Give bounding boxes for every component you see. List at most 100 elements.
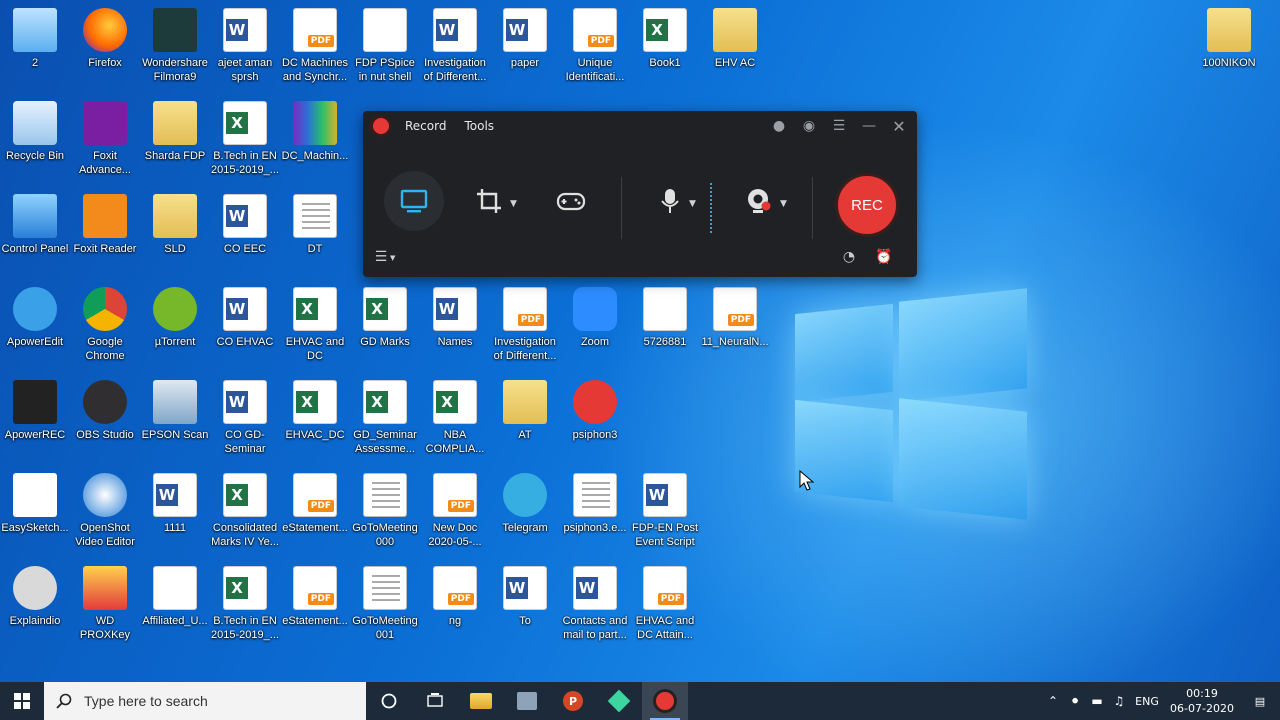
desktop-icon-investigation-of-different[interactable]: Investigation of Different...: [420, 8, 490, 84]
desktop-icon-explaindio[interactable]: Explaindio: [0, 566, 70, 628]
desktop-icon-fdp-en-post-event-script[interactable]: FDP-EN Post Event Script: [630, 473, 700, 549]
desktop-icon-foxit-advance[interactable]: Foxit Advance...: [70, 101, 140, 177]
desktop-icon-consolidated-marks-iv-ye[interactable]: Consolidated Marks IV Ye...: [210, 473, 280, 549]
menu-record[interactable]: Record: [405, 119, 446, 133]
search-input[interactable]: [82, 692, 356, 710]
taskbar-filmora[interactable]: [596, 682, 642, 720]
desktop-icon-nba-complia[interactable]: NBA COMPLIA...: [420, 380, 490, 456]
volume-icon[interactable]: ♫: [1108, 694, 1130, 708]
menu-tools[interactable]: Tools: [464, 119, 494, 133]
language-indicator[interactable]: ENG: [1130, 695, 1164, 708]
desktop-icon-ehvac-and-dc-attain[interactable]: EHVAC and DC Attain...: [630, 566, 700, 642]
desktop-icon-psiphon3[interactable]: psiphon3: [560, 380, 630, 442]
chat-icon[interactable]: ◉: [801, 118, 817, 134]
desktop-icon-dc-machines-and-synchr[interactable]: DC Machines and Synchr...: [280, 8, 350, 84]
desktop-icon-dc-machin[interactable]: DC_Machin...: [280, 101, 350, 163]
desktop-icon-b-tech-in-en-2015-2019[interactable]: B.Tech in EN 2015-2019_...: [210, 101, 280, 177]
desktop-icon-co-eec[interactable]: CO EEC: [210, 194, 280, 256]
desktop-icon-100nikon[interactable]: 100NIKON: [1194, 8, 1264, 70]
region-dropdown-icon[interactable]: ▼: [510, 199, 517, 209]
apowerrec-window[interactable]: Record Tools ● ◉ ☰ — ✕ ▼ ▼ ▼ REC ☰ ▼ ◔ ⏰: [363, 111, 917, 277]
desktop-icon-book1[interactable]: Book1: [630, 8, 700, 70]
desktop-icon-dt[interactable]: DT: [280, 194, 350, 256]
desktop-icon-unique-identificati[interactable]: Unique Identificati...: [560, 8, 630, 84]
desktop-icon-zoom[interactable]: Zoom: [560, 287, 630, 349]
desktop-icon-contacts-and-mail-to-part[interactable]: Contacts and mail to part...: [560, 566, 630, 642]
desktop-icon-easysketch[interactable]: EasySketch...: [0, 473, 70, 535]
taskbar-apowerrec[interactable]: [642, 682, 688, 720]
webcam-dropdown-icon[interactable]: ▼: [780, 199, 787, 209]
desktop-icon-wondershare-filmora9[interactable]: Wondershare Filmora9: [140, 8, 210, 84]
desktop-icon-fdp-pspice-in-nut-shell[interactable]: FDP PSpice in nut shell: [350, 8, 420, 84]
desktop-icon-estatement[interactable]: eStatement...: [280, 473, 350, 535]
desktop-icon-2[interactable]: 2: [0, 8, 70, 70]
desktop-icon-ehvac-dc[interactable]: EHVAC_DC: [280, 380, 350, 442]
taskbar-search-box[interactable]: [44, 682, 366, 720]
desktop-icon-at[interactable]: AT: [490, 380, 560, 442]
desktop-icon-1111[interactable]: 1111: [140, 473, 210, 535]
desktop-icon-ehv-ac[interactable]: EHV AC: [700, 8, 770, 70]
desktop-icon-control-panel[interactable]: Control Panel: [0, 194, 70, 256]
desktop-icon-apoweredit[interactable]: ApowerEdit: [0, 287, 70, 349]
taskbar-file-explorer[interactable]: [458, 682, 504, 720]
desktop-icon-google-chrome[interactable]: Google Chrome: [70, 287, 140, 363]
desktop-icon-gd-marks[interactable]: GD Marks: [350, 287, 420, 349]
desktop-icon-epson-scan[interactable]: EPSON Scan: [140, 380, 210, 442]
desktop-icon-openshot-video-editor[interactable]: OpenShot Video Editor: [70, 473, 140, 549]
desktop-icon-5726881[interactable]: 5726881: [630, 287, 700, 349]
utorrent-icon: [153, 287, 197, 331]
desktop-icon-to[interactable]: To: [490, 566, 560, 628]
record-screen-button[interactable]: [384, 171, 444, 231]
task-view-button[interactable]: [412, 682, 458, 720]
desktop-icon-recycle-bin[interactable]: Recycle Bin: [0, 101, 70, 163]
microphone-tray-icon[interactable]: ⚫: [1064, 694, 1086, 708]
desktop-icon-paper[interactable]: paper: [490, 8, 560, 70]
menu-icon[interactable]: ☰: [831, 118, 847, 134]
list-dropdown-icon[interactable]: ▼: [390, 254, 395, 262]
user-icon[interactable]: ●: [771, 118, 787, 134]
desktop-icon-estatement[interactable]: eStatement...: [280, 566, 350, 628]
microphone-dropdown-icon[interactable]: ▼: [689, 199, 696, 209]
list-options-icon[interactable]: ☰: [373, 249, 389, 265]
desktop-icon-ng[interactable]: ng: [420, 566, 490, 628]
desktop-icon-sharda-fdp[interactable]: Sharda FDP: [140, 101, 210, 163]
taskbar-app-network[interactable]: [504, 682, 550, 720]
desktop-icon-torrent[interactable]: µTorrent: [140, 287, 210, 349]
desktop-icon-gd-seminar-assessme[interactable]: GD_Seminar Assessme...: [350, 380, 420, 456]
battery-icon[interactable]: ▬: [1086, 694, 1108, 708]
recorder-titlebar[interactable]: Record Tools ● ◉ ☰ — ✕: [363, 111, 917, 141]
clock[interactable]: 00:19 06-07-2020: [1164, 686, 1240, 716]
desktop-icon-telegram[interactable]: Telegram: [490, 473, 560, 535]
desktop-icon-co-gd-seminar[interactable]: CO GD-Seminar: [210, 380, 280, 456]
clock-icon[interactable]: ◔: [841, 249, 857, 265]
rec-button[interactable]: REC: [835, 173, 899, 237]
desktop-icon-co-ehvac[interactable]: CO EHVAC: [210, 287, 280, 349]
close-icon[interactable]: ✕: [891, 117, 907, 136]
desktop-icon-wd-proxkey[interactable]: WD PROXKey: [70, 566, 140, 642]
minimize-icon[interactable]: —: [861, 118, 877, 134]
desktop-icon-apowerrec[interactable]: ApowerREC: [0, 380, 70, 442]
cortana-button[interactable]: [366, 682, 412, 720]
desktop-icon-ehvac-and-dc[interactable]: EHVAC and DC: [280, 287, 350, 363]
desktop-icon-b-tech-in-en-2015-2019[interactable]: B.Tech in EN 2015-2019_...: [210, 566, 280, 642]
desktop-icon-names[interactable]: Names: [420, 287, 490, 349]
desktop-icon-obs-studio[interactable]: OBS Studio: [70, 380, 140, 442]
start-button[interactable]: [0, 682, 44, 720]
chevron-up-icon[interactable]: ⌃: [1042, 694, 1064, 708]
desktop-icon-ajeet-aman-sprsh[interactable]: ajeet aman sprsh: [210, 8, 280, 84]
desktop-icon-investigation-of-different[interactable]: Investigation of Different...: [490, 287, 560, 363]
desktop-icon-gotomeeting-001[interactable]: GoToMeeting 001: [350, 566, 420, 642]
alarm-icon[interactable]: ⏰: [875, 249, 892, 265]
taskbar-powerpoint[interactable]: P: [550, 682, 596, 720]
desktop-icon-new-doc-2020-05[interactable]: New Doc 2020-05-...: [420, 473, 490, 549]
doc-icon: [293, 194, 337, 238]
desktop-icon-foxit-reader[interactable]: Foxit Reader: [70, 194, 140, 256]
desktop-icon-psiphon3-e[interactable]: psiphon3.e...: [560, 473, 630, 535]
desktop-icon-gotomeeting-000[interactable]: GoToMeeting 000: [350, 473, 420, 549]
desktop-icon-11-neuraln[interactable]: 11_NeuralN...: [700, 287, 770, 349]
record-game-button[interactable]: [541, 171, 601, 231]
desktop-icon-sld[interactable]: SLD: [140, 194, 210, 256]
desktop-icon-firefox[interactable]: Firefox: [70, 8, 140, 70]
desktop-icon-affiliated-u[interactable]: Affiliated_U...: [140, 566, 210, 628]
notification-center-icon[interactable]: ▤: [1240, 695, 1280, 708]
